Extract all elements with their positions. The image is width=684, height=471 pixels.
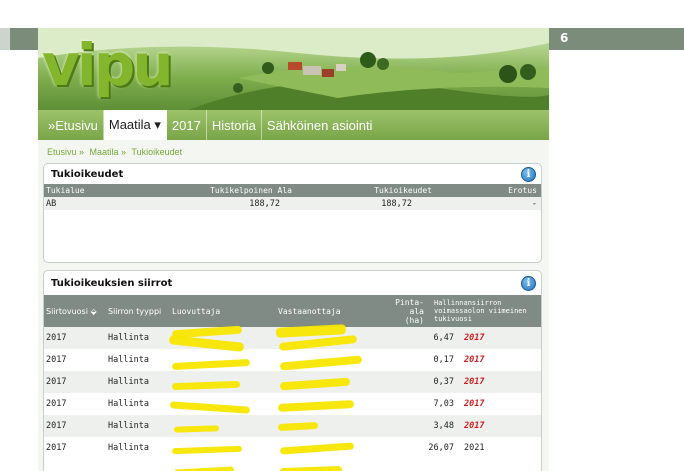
panel-title: Tukioikeuksien siirrot — [51, 277, 173, 289]
nav-item-2017[interactable]: 2017 — [167, 110, 207, 140]
cell-viimeinen: 2017 — [464, 399, 485, 409]
cell-siirtovuosi: 2017 — [46, 377, 67, 387]
cell-viimeinen: 2017 — [464, 377, 485, 387]
col-erotus: Erotus — [508, 186, 537, 195]
table-header: Tukialue Tukikelpoinen Ala Tukioikeudet … — [44, 184, 541, 197]
col-viimeinen-tukivuosi: Hallinnansiirron voimassaolon viimeinen … — [434, 299, 527, 323]
info-icon[interactable]: i — [521, 167, 536, 182]
cell-tukialue: AB — [46, 198, 57, 209]
breadcrumb-maatila[interactable]: Maatila » — [90, 147, 127, 157]
cell-oikeudet: 188,72 — [381, 198, 412, 209]
vipu-app: vipu »Etusivu Maatila ▾ 2017 Historia Sä… — [38, 28, 549, 471]
cell-tyyppi: Hallinta — [108, 333, 149, 343]
header-banner: vipu — [38, 28, 549, 110]
page-number-badge: 6 — [560, 31, 569, 45]
cell-siirtovuosi: 2017 — [46, 399, 67, 409]
cell-pinta-ala: 0,37 — [433, 377, 454, 387]
nav-item-historia[interactable]: Historia — [207, 110, 262, 140]
cell-siirtovuosi: 2017 — [46, 421, 67, 431]
tukioikeudet-panel: Tukioikeudet i Tukialue Tukikelpoinen Al… — [43, 163, 542, 263]
cell-viimeinen: 2021 — [464, 443, 485, 453]
cell-siirtovuosi: 2017 — [46, 355, 67, 365]
cell-viimeinen: 2017 — [464, 333, 485, 343]
cell-pinta-ala: 26,07 — [428, 443, 454, 453]
col-vastaanottaja: Vastaanottaja — [278, 306, 341, 316]
breadcrumb-etusivu[interactable]: Etusivu » — [47, 147, 84, 157]
cell-tyyppi: Hallinta — [108, 355, 149, 365]
nav-item-sahkoinen-asiointi[interactable]: Sähköinen asiointi — [262, 110, 378, 140]
top-strip-edge — [0, 28, 10, 50]
siirrot-panel: Tukioikeuksien siirrot i Siirtovuosi ⬙ S… — [43, 270, 542, 471]
col-siirtovuosi[interactable]: Siirtovuosi ⬙ — [44, 307, 106, 316]
cell-ala: 188,72 — [249, 198, 280, 209]
col-siirtovuosi-label: Siirtovuosi — [46, 306, 88, 316]
cell-tyyppi: Hallinta — [108, 399, 149, 409]
cell-pinta-ala: 3,48 — [433, 421, 454, 431]
breadcrumb: Etusivu » Maatila » Tukioikeudet — [47, 147, 185, 157]
cell-tyyppi: Hallinta — [108, 377, 149, 387]
col-tukioikeudet: Tukioikeudet — [374, 186, 432, 195]
cell-erotus: - — [531, 198, 537, 209]
sort-icon[interactable]: ⬙ — [90, 307, 96, 316]
vipu-logo[interactable]: vipu — [42, 36, 173, 94]
cell-siirtovuosi: 2017 — [46, 443, 67, 453]
cell-tyyppi: Hallinta — [108, 421, 149, 431]
col-luovuttaja: Luovuttaja — [172, 306, 221, 316]
nav-item-etusivu[interactable]: »Etusivu — [38, 110, 104, 140]
nav-item-maatila[interactable]: Maatila ▾ — [103, 110, 167, 140]
table-row: AB 188,72 188,72 - — [44, 197, 541, 210]
info-icon[interactable]: i — [521, 276, 536, 291]
cell-pinta-ala: 6,47 — [433, 333, 454, 343]
cell-siirtovuosi: 2017 — [46, 333, 67, 343]
cell-pinta-ala: 0,17 — [433, 355, 454, 365]
cell-viimeinen: 2017 — [464, 355, 485, 365]
cell-pinta-ala: 7,03 — [433, 399, 454, 409]
col-tukikelpoinen-ala: Tukikelpoinen Ala — [210, 186, 292, 195]
col-tukialue: Tukialue — [46, 186, 85, 195]
cell-tyyppi: Hallinta — [108, 443, 149, 453]
table-header: Siirtovuosi ⬙ Siirron tyyppi Luovuttaja … — [44, 295, 541, 327]
col-siirron-tyyppi: Siirron tyyppi — [108, 306, 162, 316]
cell-viimeinen: 2017 — [464, 421, 485, 431]
panel-title: Tukioikeudet — [51, 168, 124, 180]
breadcrumb-tukioikeudet: Tukioikeudet — [131, 147, 183, 157]
main-nav: »Etusivu Maatila ▾ 2017 Historia Sähköin… — [38, 110, 549, 140]
col-pinta-ala: Pinta-ala (ha) — [395, 297, 424, 325]
